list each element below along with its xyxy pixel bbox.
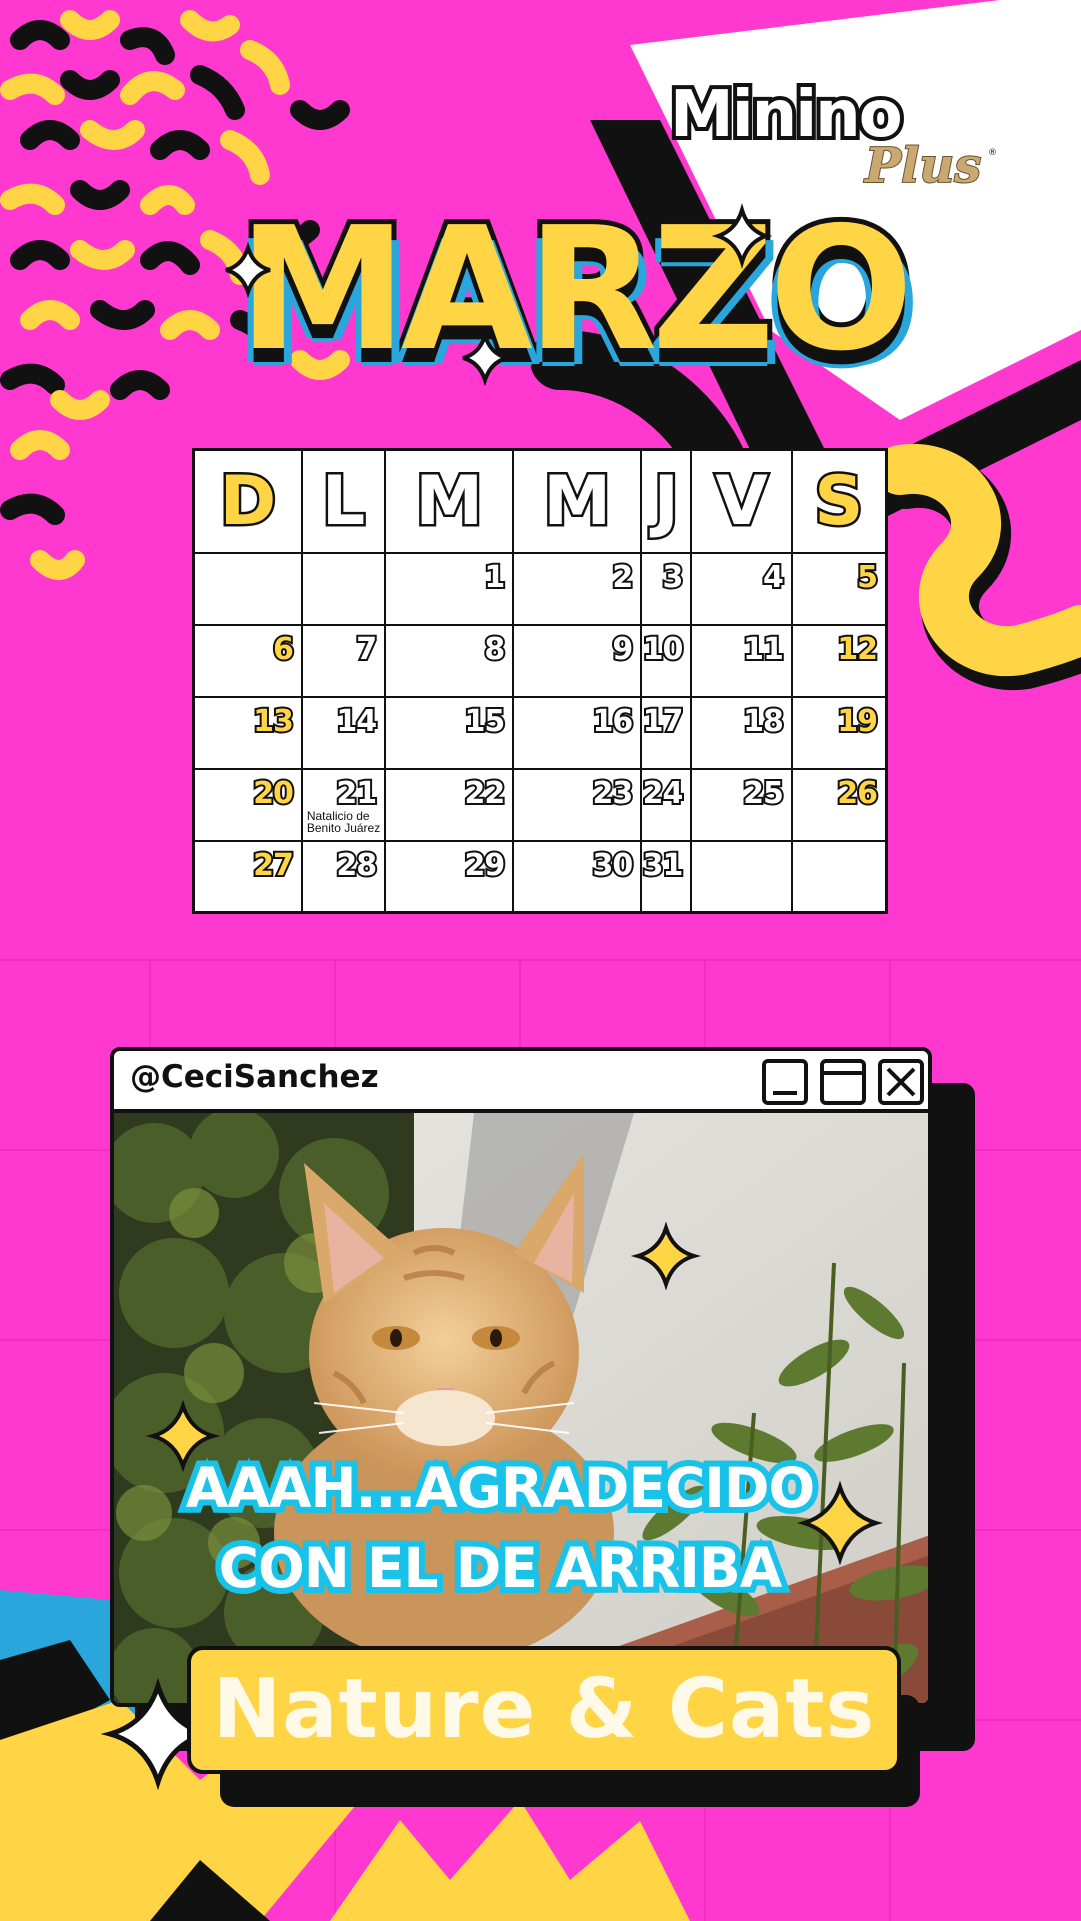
banner-text: Nature & Cats	[212, 1662, 876, 1757]
caption-line: AAAH...AGRADECIDO	[180, 1450, 822, 1526]
photo-sparkles	[100, 1221, 884, 1791]
photo-caption: AAAH...AGRADECIDO CON EL DE ARRIBA	[150, 1448, 850, 1608]
caption-line: CON EL DE ARRIBA	[213, 1530, 789, 1606]
theme-banner: Nature & Cats	[187, 1646, 901, 1774]
sparkle-icon	[630, 1221, 702, 1291]
